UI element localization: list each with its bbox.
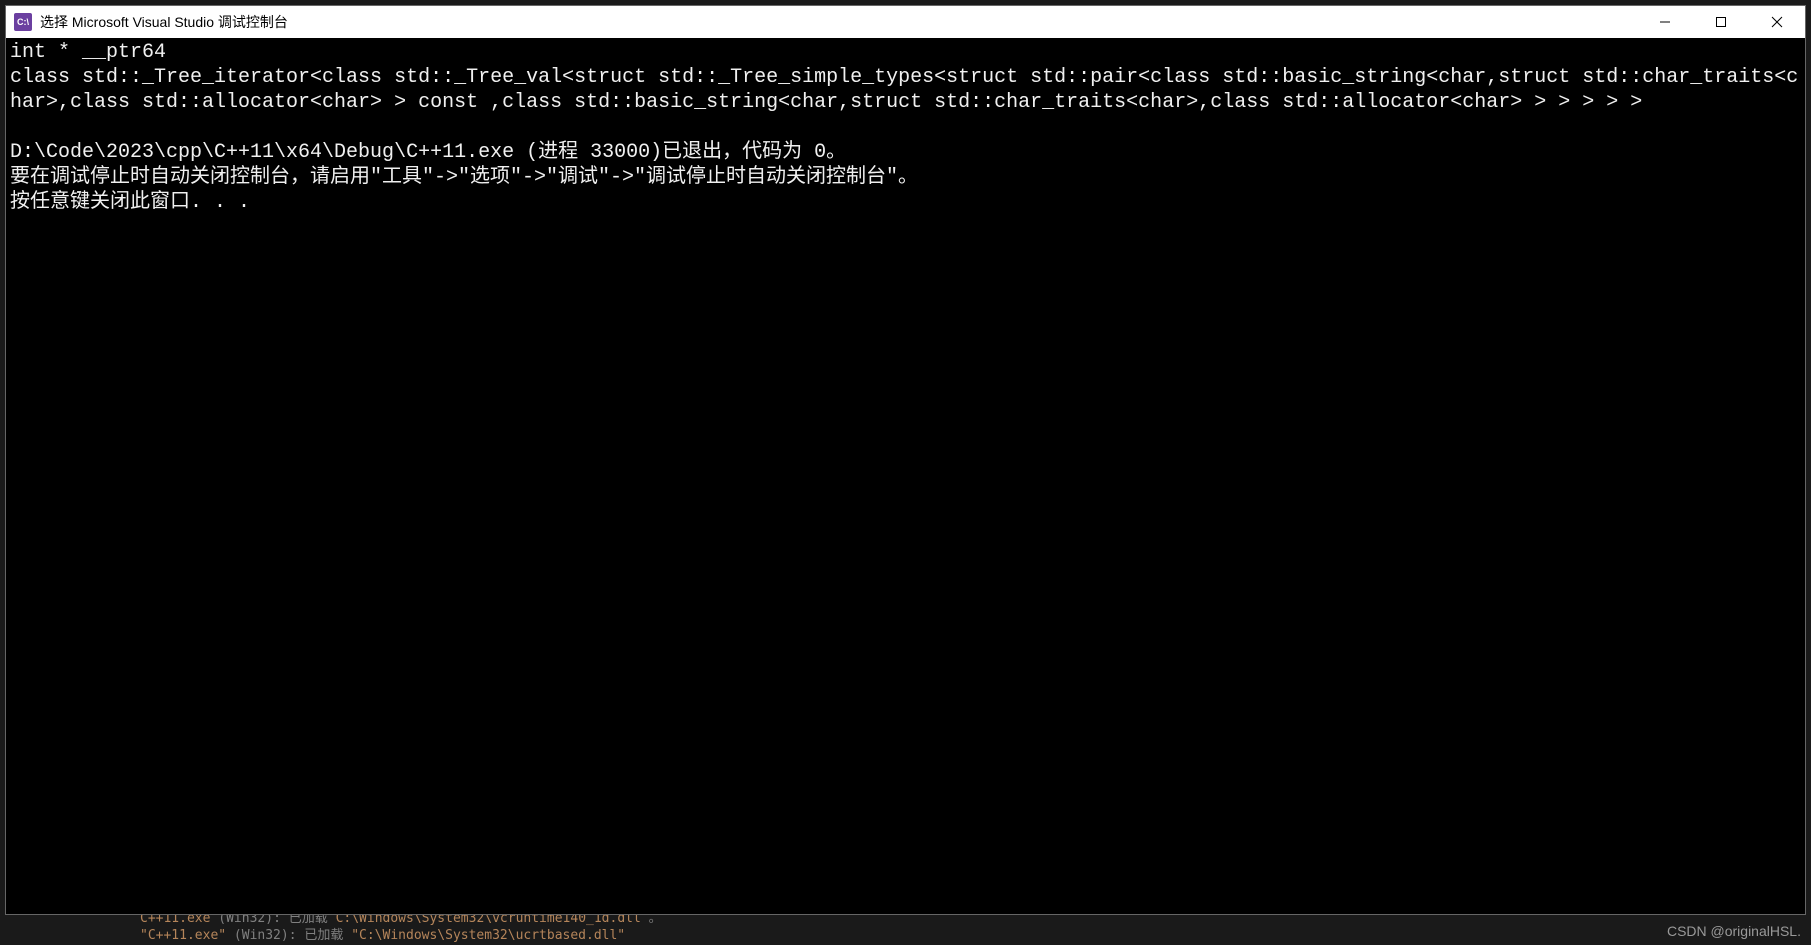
maximize-button[interactable] xyxy=(1693,6,1749,38)
window-controls xyxy=(1637,6,1805,38)
titlebar[interactable]: C:\ 选择 Microsoft Visual Studio 调试控制台 xyxy=(6,6,1805,38)
console-output[interactable]: int * __ptr64 class std::_Tree_iterator<… xyxy=(6,38,1805,914)
close-button[interactable] xyxy=(1749,6,1805,38)
restore-icon xyxy=(1716,17,1726,27)
background-editor-output: C++11.exe (Win32): 已加载 C:\Windows\System… xyxy=(140,911,662,945)
window-title: 选择 Microsoft Visual Studio 调试控制台 xyxy=(40,12,1637,32)
minimize-icon xyxy=(1659,16,1671,28)
close-icon xyxy=(1771,16,1783,28)
watermark: CSDN @originalHSL. xyxy=(1667,923,1801,939)
app-icon: C:\ xyxy=(14,13,32,31)
console-window: C:\ 选择 Microsoft Visual Studio 调试控制台 int… xyxy=(5,5,1806,915)
minimize-button[interactable] xyxy=(1637,6,1693,38)
